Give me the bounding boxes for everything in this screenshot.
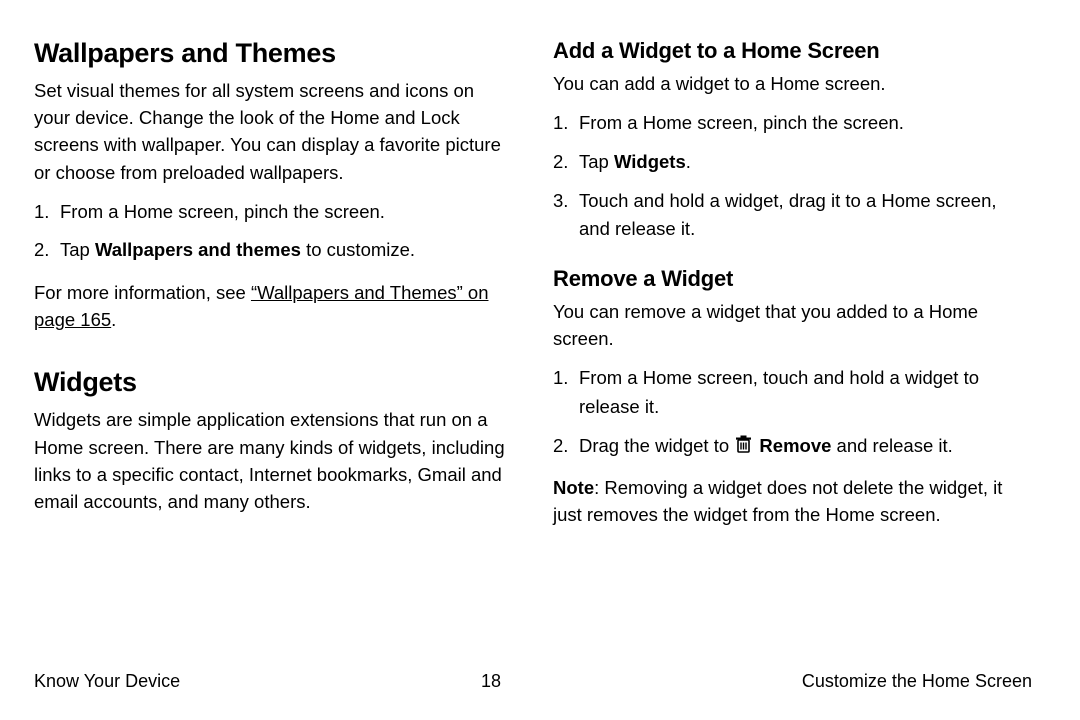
step-bold-label: Remove	[759, 435, 831, 456]
trash-icon	[735, 435, 752, 454]
step-bold-label: Wallpapers and themes	[95, 239, 301, 260]
xref-pre: For more information, see	[34, 282, 251, 303]
note-body: : Removing a widget does not delete the …	[553, 477, 1002, 525]
page-footer: Know Your Device 18 Customize the Home S…	[34, 661, 1032, 692]
para-remove-widget: You can remove a widget that you added t…	[553, 298, 1032, 352]
heading-remove-widget: Remove a Widget	[553, 266, 1032, 292]
xref-post: .	[111, 309, 116, 330]
steps-wallpapers: From a Home screen, pinch the screen. Ta…	[34, 198, 513, 265]
para-widgets-intro: Widgets are simple application extension…	[34, 406, 513, 515]
spacer	[34, 345, 513, 367]
right-column: Add a Widget to a Home Screen You can ad…	[553, 38, 1032, 661]
spacer	[553, 258, 1032, 266]
footer-left: Know Your Device	[34, 671, 180, 692]
step-remove-2: Drag the widget to Remove and release it…	[553, 432, 1032, 461]
heading-widgets: Widgets	[34, 367, 513, 398]
step-text: Tap	[60, 239, 95, 260]
step-text: .	[686, 151, 691, 172]
heading-wallpapers-and-themes: Wallpapers and Themes	[34, 38, 513, 69]
step-text: and release it.	[831, 435, 952, 456]
left-column: Wallpapers and Themes Set visual themes …	[34, 38, 513, 661]
step-add-3: Touch and hold a widget, drag it to a Ho…	[553, 187, 1032, 244]
step-text: to customize.	[301, 239, 415, 260]
footer-right: Customize the Home Screen	[802, 671, 1032, 692]
step-add-2: Tap Widgets.	[553, 148, 1032, 177]
step-wallpapers-1: From a Home screen, pinch the screen.	[34, 198, 513, 227]
steps-remove-widget: From a Home screen, touch and hold a wid…	[553, 364, 1032, 460]
note-remove-widget: Note: Removing a widget does not delete …	[553, 474, 1032, 528]
para-add-widget: You can add a widget to a Home screen.	[553, 70, 1032, 97]
note-label: Note	[553, 477, 594, 498]
step-add-1: From a Home screen, pinch the screen.	[553, 109, 1032, 138]
step-text: Tap	[579, 151, 614, 172]
manual-page: Wallpapers and Themes Set visual themes …	[0, 0, 1080, 720]
cross-reference: For more information, see “Wallpapers an…	[34, 279, 513, 333]
step-text: Drag the widget to	[579, 435, 734, 456]
steps-add-widget: From a Home screen, pinch the screen. Ta…	[553, 109, 1032, 244]
page-number: 18	[481, 671, 501, 692]
heading-add-widget: Add a Widget to a Home Screen	[553, 38, 1032, 64]
step-bold-label: Widgets	[614, 151, 686, 172]
para-wallpapers-intro: Set visual themes for all system screens…	[34, 77, 513, 186]
step-wallpapers-2: Tap Wallpapers and themes to customize.	[34, 236, 513, 265]
step-remove-1: From a Home screen, touch and hold a wid…	[553, 364, 1032, 421]
two-column-layout: Wallpapers and Themes Set visual themes …	[34, 38, 1032, 661]
